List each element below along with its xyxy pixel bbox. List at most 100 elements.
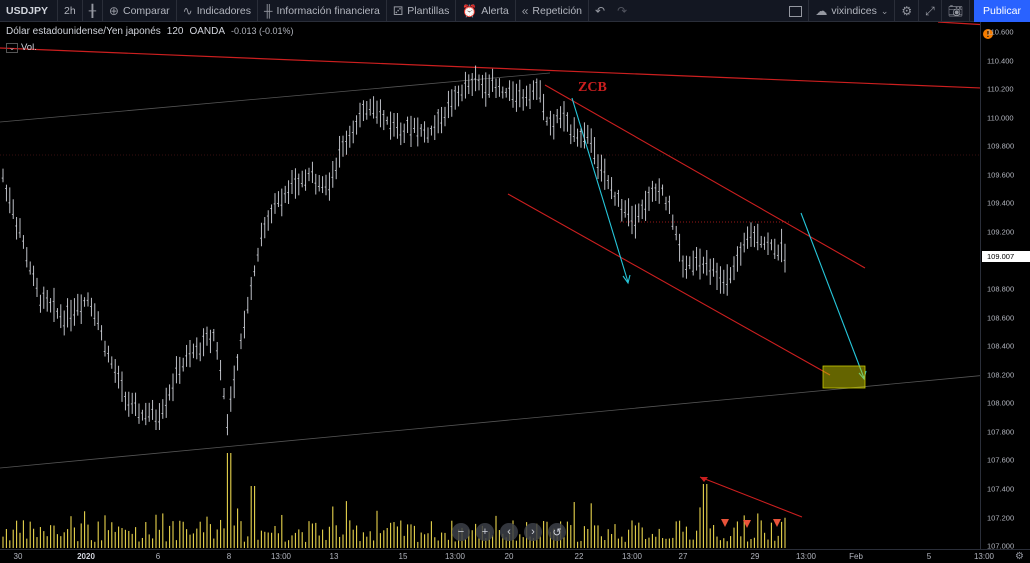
price-tick: 107.400 [987,484,1015,494]
scroll-right-button[interactable]: › [524,523,542,541]
symbol-legend[interactable]: Dólar estadounidense/Yen japonés 120 OAN… [6,26,294,37]
time-tick: 27 [678,552,688,561]
volume-legend[interactable]: ⌄ Vol. [6,42,37,53]
time-tick: 5 [926,552,932,561]
price-tick: 108.800 [987,284,1015,294]
compare-label: Comparar [122,4,170,17]
price-tick: 110.200 [987,84,1014,94]
snapshot-button[interactable]: 📷︎ [942,0,970,22]
time-tick: 29 [750,552,760,561]
target-zone-box [822,365,866,389]
redo-button[interactable]: ↷ [611,0,633,22]
cyan-arrow-2 [800,212,865,379]
chart-pane[interactable]: ZCB Dólar estadounidense/Yen japonés 120… [0,22,980,549]
price-tick: 107.800 [987,427,1015,437]
time-tick: 6 [155,552,161,561]
red-volume-trendline [699,476,803,518]
time-tick: 13:00 [621,552,643,561]
alert-button[interactable]: ⏰ Alerta [456,0,516,22]
price-tick: 110.400 [987,56,1014,66]
price-tick: 108.600 [987,313,1015,323]
fullscreen-chart-button[interactable] [783,0,810,22]
scroll-left-button[interactable]: ‹ [500,523,518,541]
chevron-left-icon: ‹ [507,526,511,538]
financials-label: Información financiera [276,4,380,17]
compare-button[interactable]: ⊕ Comparar [103,0,177,22]
zcb-label: ZCB [578,80,607,95]
plus-icon: + [481,526,489,538]
alarm-clock-icon: ⏰ [462,3,478,18]
minus-icon: − [457,526,465,538]
price-tick: 107.600 [987,455,1015,465]
chevron-right-icon: › [531,526,535,538]
legend-exchange: OANDA [189,26,226,37]
volume-bars-group [2,453,786,548]
symbol-search-button[interactable]: USDJPY [0,0,58,22]
undo-icon: ↶ [595,3,606,18]
time-tick: 13 [329,552,339,561]
time-axis[interactable]: ⚙ 30 2020 6 8 13:00 13 15 13:00 20 22 13:00 27 29 13:… [0,549,1030,563]
financials-icon: ╫ [264,3,273,18]
time-tick: 13:00 [444,552,466,561]
price-tick: 110.600 [987,27,1014,37]
layout-button[interactable]: ☁ vixindices ⌄ [809,0,896,22]
chart-navigation: − + ‹ › ↺ [452,523,566,541]
price-tick: 108.200 [987,370,1015,380]
alert-label: Alerta [481,4,509,17]
redo-icon: ↷ [617,3,628,18]
replay-button[interactable]: « Repetición [516,0,590,22]
indicators-button[interactable]: ∿ Indicadores [177,0,259,22]
price-tick: 109.400 [987,198,1015,208]
layout-name: vixindices [831,5,877,17]
zoom-in-button[interactable]: + [476,523,494,541]
red-channel-lower [507,193,831,376]
gray-trendline-upper [0,72,551,123]
indicators-label: Indicadores [196,4,252,17]
legend-title: Dólar estadounidense/Yen japonés [6,26,161,37]
camera-icon: 📷︎ [947,4,963,18]
templates-button[interactable]: ⚂ Plantillas [387,0,457,22]
replay-label: Repetición [532,4,583,17]
candles-group [1,65,786,436]
time-tick: 13:00 [973,552,995,561]
time-tick: 30 [13,552,23,561]
axis-settings-gear-icon[interactable]: ⚙ [1015,551,1024,562]
red-channel-upper [544,84,866,269]
price-tick: 109.800 [987,141,1015,151]
legend-change: -0.013 (-0.01%) [231,26,294,36]
price-chart: ZCB [0,22,980,548]
zoom-out-button[interactable]: − [452,523,470,541]
candles-icon: ╂ [88,3,96,18]
time-tick: 20 [504,552,514,561]
price-tick: 110.000 [987,113,1014,123]
time-tick: 22 [574,552,584,561]
collapse-chevron-icon[interactable]: ⌄ [6,42,18,53]
fullscreen-button[interactable]: ⤢ [919,0,942,22]
undo-button[interactable]: ↶ [589,0,611,22]
financials-button[interactable]: ╫ Información financiera [258,0,387,22]
gear-icon: ⚙ [901,4,913,18]
time-tick: 2020 [77,552,95,561]
red-trendline-top [0,47,980,89]
settings-button[interactable]: ⚙ [895,0,920,22]
time-tick: 8 [226,552,232,561]
down-arrow-marker-1 [721,519,729,527]
interval-button[interactable]: 2h [58,0,83,22]
price-tick: 109.200 [987,227,1015,237]
price-axis[interactable]: ! 109.007 110.600 110.400 110.200 110.000 10… [980,22,1030,551]
bar-style-button[interactable]: ╂ [83,0,103,22]
chevron-down-icon: ⌄ [880,5,889,16]
publish-button[interactable]: Publicar [974,0,1030,22]
templates-label: Plantillas [407,4,450,17]
legend-interval: 120 [166,26,184,37]
cloud-icon: ☁ [815,4,828,18]
down-arrow-marker-3 [773,519,781,527]
templates-icon: ⚂ [392,3,404,18]
price-tick: 108.000 [987,398,1015,408]
price-tick: 107.200 [987,513,1015,523]
reset-chart-button[interactable]: ↺ [548,523,566,541]
toolbar-right: ☁ vixindices ⌄ ⚙ ⤢ 📷︎ Publicar [783,0,1030,22]
price-tick: 108.400 [987,341,1015,351]
rewind-icon: « [521,3,529,18]
current-price-tag: 109.007 [982,251,1030,262]
